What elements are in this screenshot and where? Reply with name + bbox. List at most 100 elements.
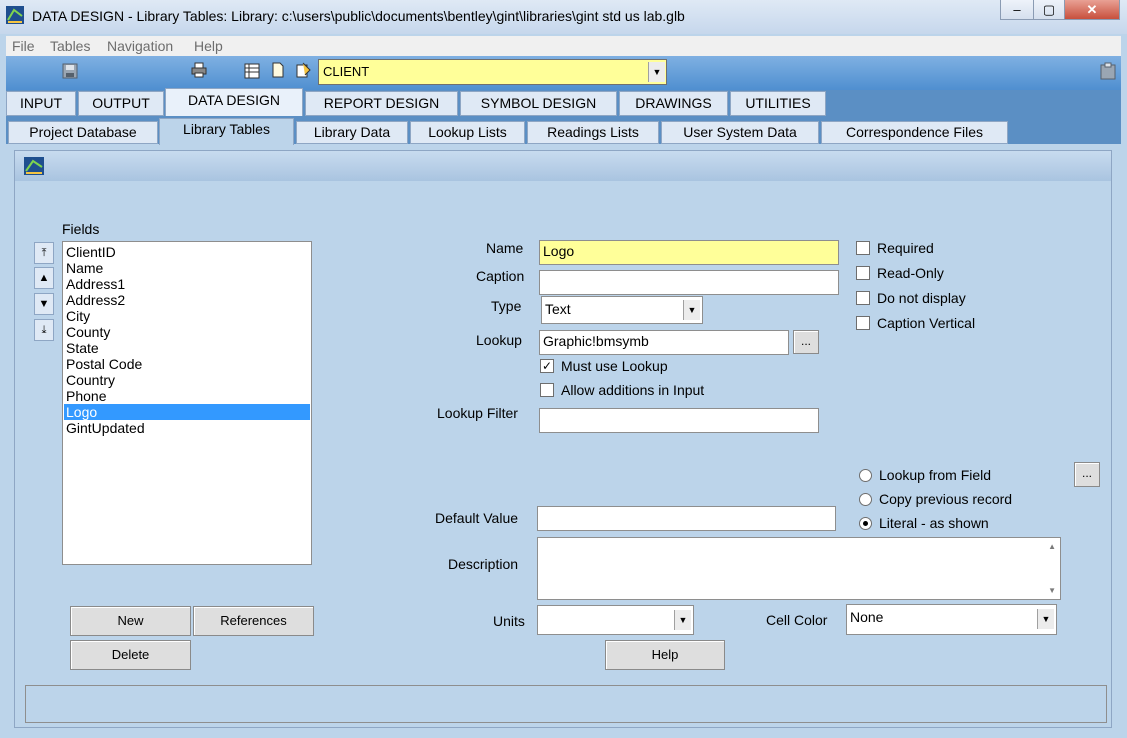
lookup-label: Lookup [476,332,522,348]
type-select-value: Text [545,301,571,317]
list-item[interactable]: State [64,340,310,356]
list-item[interactable]: GintUpdated [64,420,310,436]
menu-file[interactable]: File [12,38,35,54]
list-item[interactable]: Name [64,260,310,276]
properties-icon[interactable] [295,62,311,78]
tab-correspondence-files[interactable]: Correspondence Files [821,121,1008,144]
do-not-display-checkbox[interactable] [856,291,870,305]
minimize-button[interactable]: – [1000,0,1034,20]
window-title: DATA DESIGN - Library Tables: Library: c… [32,8,685,24]
new-button[interactable]: New [70,606,191,636]
tab-project-database[interactable]: Project Database [8,121,158,144]
tab-input[interactable]: INPUT [6,91,76,116]
read-only-label: Read-Only [877,265,944,281]
tab-library-data[interactable]: Library Data [296,121,408,144]
status-bar [25,685,1107,723]
scroll-down-icon[interactable]: ▼ [1048,586,1056,595]
tab-data-design[interactable]: DATA DESIGN [165,88,303,118]
table-select[interactable]: CLIENT ▼ [318,59,667,85]
fields-label: Fields [62,221,100,237]
print-icon[interactable] [191,62,207,78]
default-value-field[interactable] [537,506,836,531]
chevron-down-icon[interactable]: ▼ [683,300,700,320]
menu-help[interactable]: Help [194,38,223,54]
units-select[interactable]: ▼ [537,605,694,635]
tab-library-tables[interactable]: Library Tables [159,118,294,145]
description-label: Description [448,556,519,572]
type-select[interactable]: Text ▼ [541,296,703,324]
references-button[interactable]: References [193,606,314,636]
must-use-lookup-label: Must use Lookup [561,358,668,374]
chevron-down-icon[interactable]: ▼ [674,610,691,630]
panel-header [15,151,1111,181]
table-view-icon[interactable] [244,63,260,79]
maximize-button[interactable]: ▢ [1033,0,1065,20]
cell-color-value: None [850,609,884,625]
lookup-filter-field[interactable] [539,408,819,433]
move-down-icon[interactable]: ▼ [34,293,54,315]
table-select-value: CLIENT [323,64,370,79]
menu-navigation[interactable]: Navigation [107,38,173,54]
chevron-down-icon[interactable]: ▼ [1037,609,1054,629]
copy-previous-record-label: Copy previous record [879,491,1013,507]
must-use-lookup-checkbox[interactable]: ✓ [540,359,554,373]
literal-as-shown-radio[interactable] [859,517,872,530]
allow-additions-label: Allow additions in Input [561,382,705,398]
name-field[interactable]: Logo [539,240,839,265]
chevron-down-icon[interactable]: ▼ [648,62,665,82]
required-label: Required [877,240,934,256]
list-item-selected[interactable]: Logo [64,404,310,420]
cell-color-select[interactable]: None ▼ [846,604,1057,635]
tab-drawings[interactable]: DRAWINGS [619,91,728,116]
tab-lookup-lists[interactable]: Lookup Lists [410,121,525,144]
tab-utilities[interactable]: UTILITIES [730,91,826,116]
lookup-browse-button[interactable]: ... [793,330,819,354]
clipboard-icon[interactable] [1098,62,1118,80]
name-label: Name [486,240,524,256]
close-button[interactable]: ✕ [1064,0,1120,20]
scroll-up-icon[interactable]: ▲ [1048,542,1056,551]
menu-bar [6,36,1121,56]
cell-color-label: Cell Color [766,612,828,628]
tab-output[interactable]: OUTPUT [78,91,164,116]
tab-report-design[interactable]: REPORT DESIGN [305,91,458,116]
type-label: Type [491,298,522,314]
move-bottom-icon[interactable]: ⤓ [34,319,54,341]
help-button[interactable]: Help [605,640,725,670]
list-item[interactable]: County [64,324,310,340]
caption-vertical-checkbox[interactable] [856,316,870,330]
list-item[interactable]: ClientID [64,244,310,260]
default-value-label: Default Value [435,510,519,526]
list-item[interactable]: Phone [64,388,310,404]
field-browse-button[interactable]: ... [1074,462,1100,487]
list-item[interactable]: Address1 [64,276,310,292]
tab-symbol-design[interactable]: SYMBOL DESIGN [460,91,617,116]
description-field[interactable]: ▲ ▼ [537,537,1061,600]
caption-field[interactable] [539,270,839,295]
list-item[interactable]: City [64,308,310,324]
copy-previous-record-radio[interactable] [859,493,872,506]
tab-readings-lists[interactable]: Readings Lists [527,121,659,144]
allow-additions-checkbox[interactable] [540,383,554,397]
menu-tables[interactable]: Tables [50,38,90,54]
move-up-icon[interactable]: ▲ [34,267,54,289]
move-top-icon[interactable]: ⤒ [34,242,54,264]
list-item[interactable]: Postal Code [64,356,310,372]
read-only-checkbox[interactable] [856,266,870,280]
tab-user-system-data[interactable]: User System Data [661,121,819,144]
app-icon [6,6,24,24]
table-icon [24,157,44,175]
required-checkbox[interactable] [856,241,870,255]
units-label: Units [493,613,525,629]
do-not-display-label: Do not display [877,290,966,306]
list-item[interactable]: Country [64,372,310,388]
list-item[interactable]: Address2 [64,292,310,308]
lookup-field[interactable]: Graphic!bmsymb [539,330,789,355]
new-page-icon[interactable] [270,62,286,78]
delete-button[interactable]: Delete [70,640,191,670]
lookup-from-field-radio[interactable] [859,469,872,482]
save-icon[interactable] [62,63,78,79]
lookup-filter-label: Lookup Filter [437,405,518,421]
caption-vertical-label: Caption Vertical [877,315,976,331]
fields-list[interactable]: ClientID Name Address1 Address2 City Cou… [62,241,312,565]
